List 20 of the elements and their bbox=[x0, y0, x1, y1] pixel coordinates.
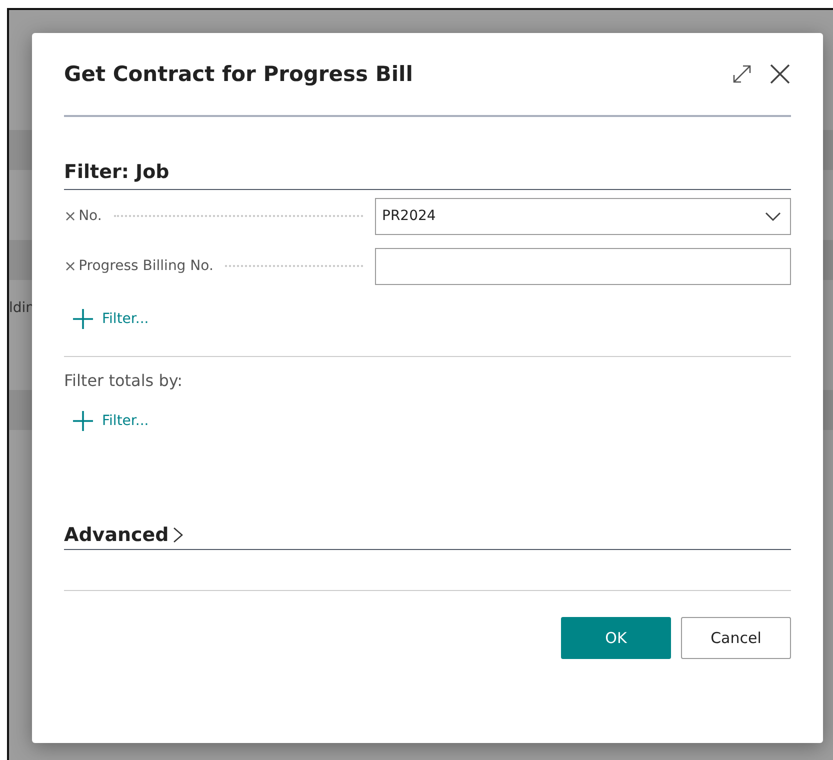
dialog-title: Get Contract for Progress Bill bbox=[64, 62, 414, 86]
plus-icon bbox=[72, 308, 94, 330]
input-field[interactable] bbox=[375, 248, 791, 284]
filter-label: No. bbox=[78, 208, 102, 224]
add-filter-link[interactable]: Filter... bbox=[72, 410, 149, 432]
chevron-right-icon bbox=[172, 525, 184, 545]
chevron-down-icon bbox=[765, 212, 781, 222]
ok-button[interactable]: OK bbox=[561, 617, 671, 659]
close-icon[interactable] bbox=[769, 63, 791, 85]
dropdown-field[interactable]: PR2024 bbox=[375, 198, 791, 234]
cancel-button[interactable]: Cancel bbox=[681, 617, 791, 659]
section-title: Filter: Job bbox=[64, 161, 170, 183]
advanced-section-toggle[interactable]: Advanced bbox=[64, 524, 184, 546]
plus-icon bbox=[72, 410, 94, 432]
expand-icon[interactable] bbox=[731, 63, 753, 85]
totals-label: Filter totals by: bbox=[64, 371, 184, 390]
remove-filter-button[interactable]: × bbox=[64, 257, 79, 275]
add-filter-link[interactable]: Filter... bbox=[72, 308, 149, 330]
filter-label: Progress Billing No. bbox=[78, 258, 214, 274]
remove-filter-button[interactable]: × bbox=[64, 207, 79, 225]
